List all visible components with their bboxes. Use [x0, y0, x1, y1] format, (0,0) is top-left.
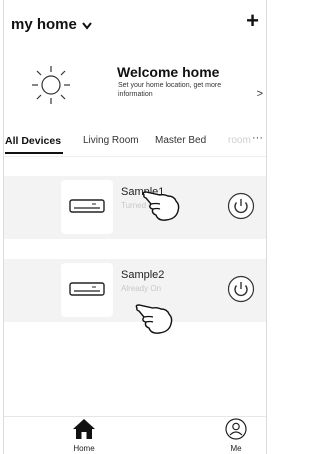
device-name: Sample2: [121, 269, 165, 281]
welcome-title: Welcome home: [117, 64, 220, 80]
sun-icon: [32, 66, 70, 104]
tab-living-room[interactable]: Living Room: [83, 135, 139, 146]
power-icon[interactable]: [227, 275, 255, 303]
room-tabs: All Devices Living Room Master Bed room …: [4, 133, 266, 155]
app-frame: my home + Welcome home Set your home loc…: [3, 0, 267, 454]
tab-master-bedroom[interactable]: Master Bed: [155, 135, 206, 146]
hand-pointer-icon: [142, 191, 180, 221]
welcome-banner[interactable]: Welcome home Set your home location, get…: [4, 56, 266, 106]
chevron-right-icon: >: [256, 88, 263, 100]
home-selector[interactable]: my home: [11, 16, 92, 33]
add-device-button[interactable]: +: [246, 10, 259, 32]
nav-home[interactable]: Home: [59, 418, 109, 454]
nav-me-label: Me: [230, 444, 242, 453]
divider: [4, 156, 266, 157]
device-icon-tile: [61, 180, 113, 234]
welcome-subtitle: Set your home location, get more informa…: [118, 82, 222, 98]
home-name: my home: [11, 16, 77, 33]
active-tab-underline: [5, 152, 63, 154]
power-icon[interactable]: [227, 192, 255, 220]
nav-me[interactable]: Me: [211, 418, 261, 454]
ellipsis-icon[interactable]: ···: [252, 133, 263, 144]
top-bar: my home +: [4, 0, 266, 50]
tab-all-devices[interactable]: All Devices: [5, 135, 61, 147]
device-status: Already On: [121, 284, 162, 293]
house-icon: [73, 419, 95, 439]
hand-pointer-icon: [135, 304, 173, 334]
device-card-sample1[interactable]: Sample1 Turned off: [4, 176, 266, 239]
tab-overflow-fade: room: [228, 135, 251, 146]
user-icon: [225, 418, 247, 440]
air-conditioner-icon: [69, 282, 105, 296]
nav-home-label: Home: [73, 444, 95, 453]
air-conditioner-icon: [69, 199, 105, 213]
bottom-nav-divider: [4, 416, 266, 417]
chevron-down-icon: [82, 21, 92, 30]
device-icon-tile: [61, 263, 113, 317]
